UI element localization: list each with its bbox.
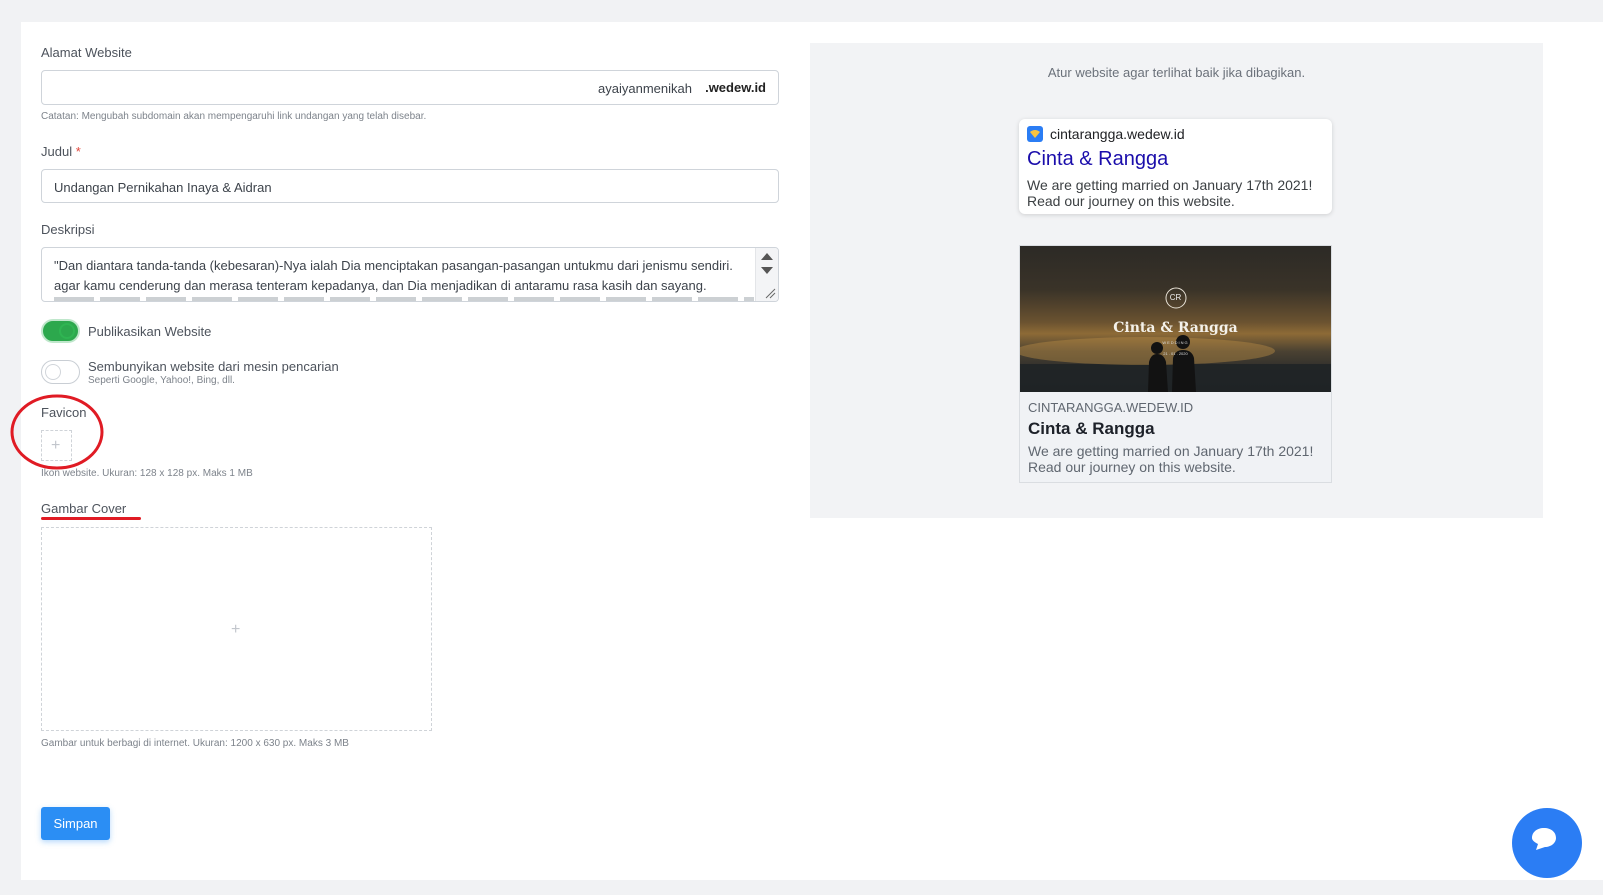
chat-icon <box>1532 828 1556 850</box>
google-preview-card: cintarangga.wedew.id Cinta & Rangga We a… <box>1019 119 1332 214</box>
publish-label: Publikasikan Website <box>88 324 212 339</box>
facebook-preview-card: CR Cinta & Rangga WEDDING 21 . 01 . 2020… <box>1019 245 1332 483</box>
save-button[interactable]: Simpan <box>41 807 110 840</box>
domain-suffix: .wedew.id <box>705 80 766 95</box>
publish-toggle[interactable] <box>41 319 80 343</box>
facebook-domain: CINTARANGGA.WEDEW.ID <box>1028 400 1194 415</box>
description-line-3-clipped <box>54 297 754 301</box>
title-label: Judul * <box>41 144 81 159</box>
cover-image-date: 21 . 01 . 2020 <box>1163 351 1188 356</box>
description-textarea[interactable]: "Dan diantara tanda-tanda (kebesaran)-Ny… <box>41 247 779 302</box>
site-favicon-icon <box>1027 126 1043 142</box>
address-note: Catatan: Mengubah subdomain akan mempeng… <box>41 111 427 122</box>
plus-icon: + <box>231 621 241 638</box>
required-mark: * <box>75 144 81 159</box>
google-title[interactable]: Cinta & Rangga <box>1027 148 1168 171</box>
google-url: cintarangga.wedew.id <box>1050 126 1185 142</box>
sunset-silhouette-image <box>1020 287 1331 392</box>
description-scrollbar[interactable] <box>755 248 778 301</box>
chat-widget-button[interactable] <box>1512 808 1582 878</box>
cover-label: Gambar Cover <box>41 501 127 516</box>
annotation-circle <box>10 394 104 470</box>
subdomain-input[interactable]: ayaiyanmenikah .wedew.id <box>41 70 779 105</box>
cover-hint: Gambar untuk berbagi di internet. Ukuran… <box>41 738 349 749</box>
hide-search-toggle[interactable] <box>41 360 80 384</box>
annotation-underline <box>41 517 141 520</box>
cover-preview-image: CR Cinta & Rangga WEDDING 21 . 01 . 2020 <box>1020 246 1331 392</box>
address-label: Alamat Website <box>41 45 132 60</box>
hide-search-sub: Seperti Google, Yahoo!, Bing, dll. <box>88 375 235 386</box>
cover-monogram: CR <box>1169 293 1182 302</box>
toggle-knob <box>45 364 61 380</box>
hide-search-label: Sembunyikan website dari mesin pencarian <box>88 359 339 374</box>
facebook-description: We are getting married on January 17th 2… <box>1028 443 1314 475</box>
description-line-1: "Dan diantara tanda-tanda (kebesaran)-Ny… <box>54 258 733 273</box>
title-label-text: Judul <box>41 144 73 159</box>
title-value: Undangan Pernikahan Inaya & Aidran <box>54 180 272 195</box>
cover-image-title: Cinta & Rangga <box>1113 320 1238 336</box>
google-description: We are getting married on January 17th 2… <box>1027 177 1313 209</box>
cover-image-sub: WEDDING <box>1162 340 1189 345</box>
description-label: Deskripsi <box>41 222 95 237</box>
preview-intro: Atur website agar terlihat baik jika dib… <box>1047 65 1306 80</box>
title-input[interactable]: Undangan Pernikahan Inaya & Aidran <box>41 169 779 203</box>
cover-upload[interactable]: + <box>41 527 432 731</box>
facebook-title[interactable]: Cinta & Rangga <box>1028 419 1155 439</box>
scroll-arrows-icon <box>761 253 776 299</box>
subdomain-value: ayaiyanmenikah <box>598 81 692 96</box>
toggle-knob <box>59 323 75 339</box>
description-line-2: agar kamu cenderung dan merasa tenteram … <box>54 278 707 293</box>
